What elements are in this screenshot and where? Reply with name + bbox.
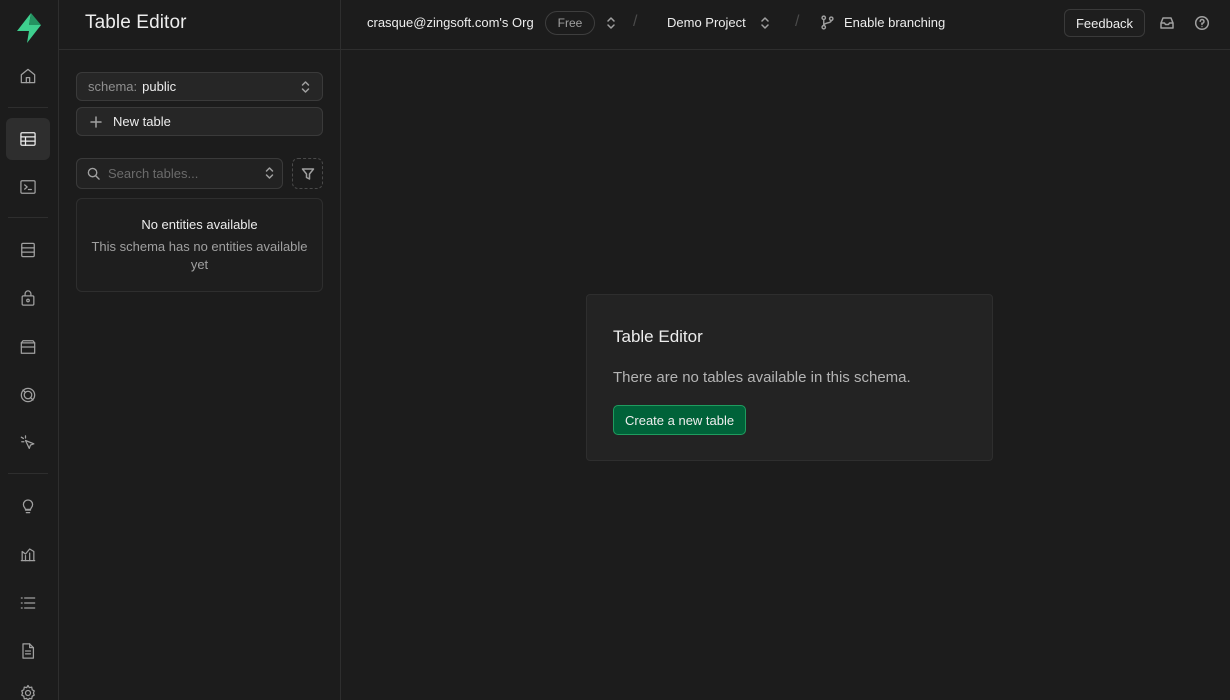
api-docs-icon[interactable]	[6, 630, 50, 672]
schema-select-value: public	[142, 79, 177, 94]
auth-icon[interactable]	[6, 277, 50, 319]
filter-icon	[301, 167, 314, 180]
storage-icon[interactable]	[6, 326, 50, 368]
sql-editor-icon[interactable]	[6, 166, 50, 208]
inbox-icon[interactable]	[1159, 15, 1175, 31]
schema-select[interactable]: schema: public	[76, 72, 323, 101]
card-description: There are no tables available in this sc…	[613, 369, 911, 386]
chevron-up-down-icon	[301, 81, 310, 93]
settings-icon[interactable]	[6, 672, 50, 700]
breadcrumb-separator: /	[633, 13, 638, 30]
org-name[interactable]: crasque@zingsoft.com's Org	[367, 15, 534, 30]
database-icon[interactable]	[6, 229, 50, 271]
empty-description: This schema has no entities available ye…	[91, 239, 308, 272]
project-name[interactable]: Demo Project	[667, 15, 746, 30]
chevron-up-down-icon[interactable]	[265, 166, 274, 180]
filter-button[interactable]	[292, 158, 323, 189]
git-branch-icon	[821, 15, 834, 30]
new-table-label: New table	[113, 114, 171, 129]
empty-state-card: Table Editor There are no tables availab…	[586, 294, 993, 461]
schema-select-label: schema:	[88, 79, 138, 94]
sidebar-title: Table Editor	[85, 12, 187, 33]
advisors-icon[interactable]	[6, 485, 50, 527]
empty-entities-box: No entities available This schema has no…	[76, 198, 323, 292]
search-tables-input[interactable]: Search tables...	[76, 158, 283, 189]
logs-icon[interactable]	[6, 582, 50, 624]
icon-rail	[0, 0, 59, 700]
enable-branching-button[interactable]: Enable branching	[844, 15, 945, 30]
edge-functions-icon[interactable]	[6, 422, 50, 464]
feedback-button[interactable]: Feedback	[1064, 9, 1145, 37]
card-title: Table Editor	[613, 327, 703, 346]
empty-title: No entities available	[141, 217, 258, 232]
reports-icon[interactable]	[6, 533, 50, 575]
top-bar: crasque@zingsoft.com's Org Free / Demo P…	[341, 0, 1230, 50]
breadcrumb-separator: /	[795, 13, 800, 30]
table-editor-sidebar: Table Editor schema: public New table Se…	[59, 0, 341, 700]
table-editor-icon[interactable]	[6, 118, 50, 160]
plus-icon	[90, 115, 102, 128]
project-switch-icon[interactable]	[760, 16, 770, 30]
supabase-logo[interactable]	[14, 12, 44, 44]
plan-badge: Free	[545, 11, 595, 35]
home-icon[interactable]	[6, 55, 50, 97]
new-table-button[interactable]: New table	[76, 107, 323, 136]
search-icon	[87, 167, 100, 180]
search-placeholder: Search tables...	[108, 166, 199, 181]
org-switch-icon[interactable]	[606, 16, 616, 30]
realtime-icon[interactable]	[6, 374, 50, 416]
create-new-table-button[interactable]: Create a new table	[613, 405, 747, 435]
help-icon[interactable]	[1194, 15, 1210, 31]
